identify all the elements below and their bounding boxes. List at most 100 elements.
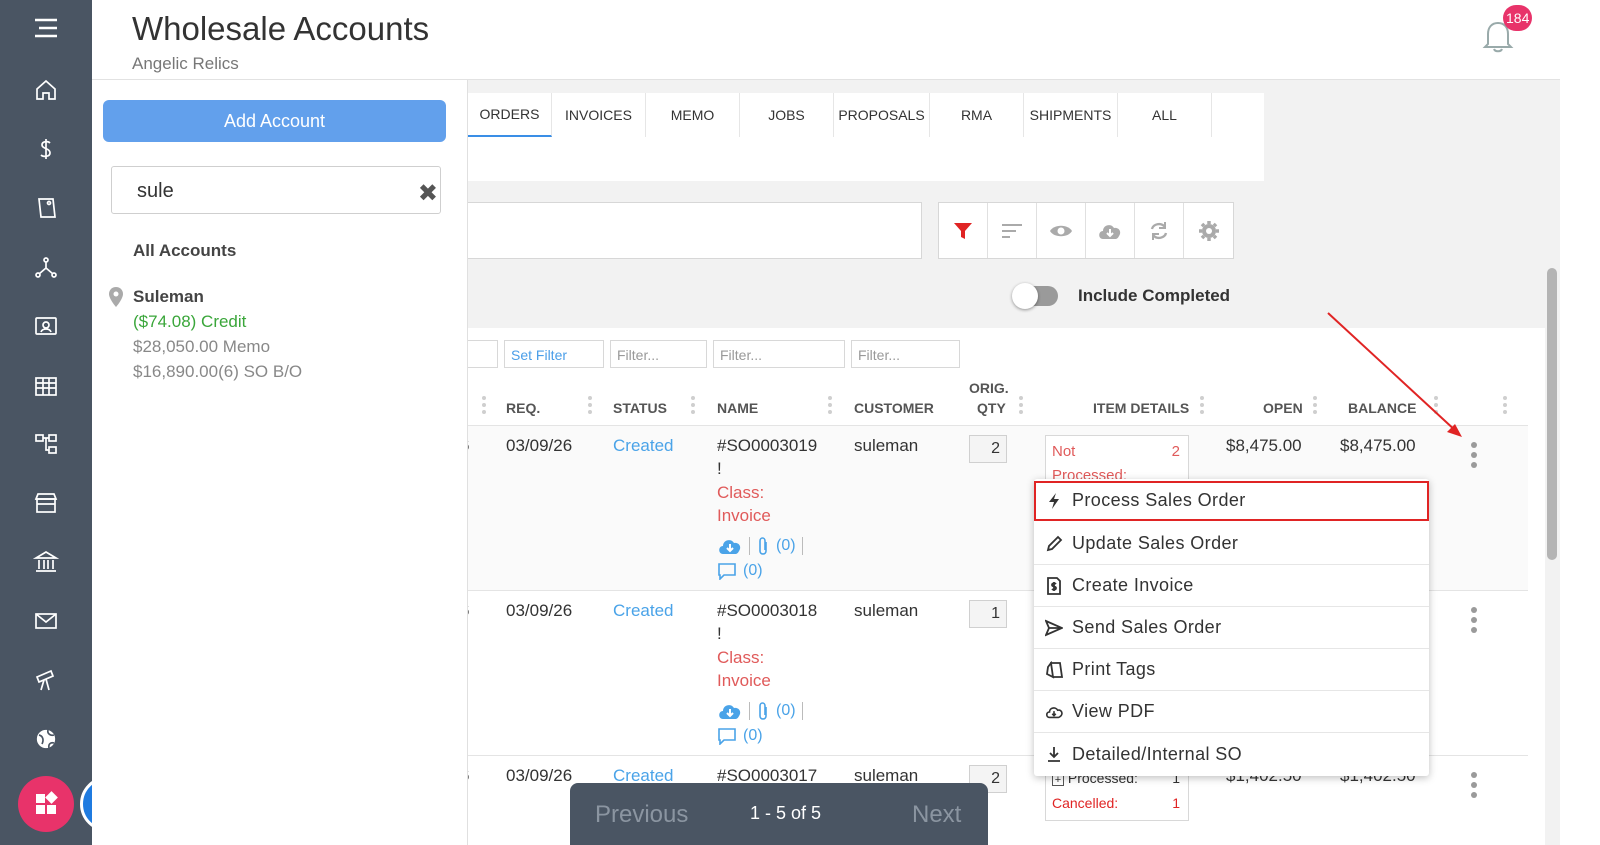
clear-search-icon[interactable]: ✖ (418, 179, 438, 208)
cloud-download-icon[interactable] (1086, 203, 1135, 258)
menu-item-create-invoice[interactable]: Create Invoice (1034, 565, 1429, 607)
col-orig-qty[interactable]: QTY (977, 400, 1006, 416)
previous-button[interactable]: Previous (595, 801, 688, 829)
tag-icon[interactable] (30, 192, 62, 224)
order-number[interactable]: #SO0003018 (717, 601, 817, 621)
paperclip-icon[interactable] (756, 701, 770, 721)
home-icon[interactable] (30, 74, 62, 106)
sort-icon[interactable] (988, 203, 1037, 258)
account-name[interactable]: Suleman (133, 287, 204, 307)
tab-rma[interactable]: RMA (930, 93, 1024, 137)
item-status: Not (1052, 443, 1076, 460)
next-button[interactable]: Next (912, 801, 961, 829)
apps-grid-icon (36, 791, 58, 814)
comment-count[interactable]: (0) (743, 562, 763, 580)
order-number[interactable]: #SO0003019 (717, 436, 817, 456)
mail-icon[interactable] (30, 605, 62, 637)
col-menu-icon[interactable] (1503, 396, 1507, 416)
col-balance[interactable]: BALANCE (1348, 400, 1416, 416)
filter-status[interactable]: Filter... (610, 340, 707, 368)
qty-cell: 1 (969, 600, 1007, 628)
tab-jobs[interactable]: JOBS (740, 93, 834, 137)
comment-count[interactable]: (0) (743, 727, 763, 745)
filter-name[interactable]: Filter... (713, 340, 845, 368)
date-cell: 6 (468, 436, 469, 456)
class-value: Invoice (717, 506, 771, 525)
qty-cell: 2 (969, 435, 1007, 463)
col-menu-icon[interactable] (1019, 396, 1023, 416)
col-menu-icon[interactable] (1434, 396, 1438, 416)
bank-icon[interactable] (30, 546, 62, 578)
col-menu-icon[interactable] (588, 396, 592, 416)
set-filter-cell[interactable]: Set Filter (504, 340, 604, 368)
col-customer[interactable]: CUSTOMER (854, 400, 934, 416)
hierarchy-icon[interactable] (30, 428, 62, 460)
tab-shipments[interactable]: SHIPMENTS (1024, 93, 1118, 137)
menu-item-process-sales-order[interactable]: Process Sales Order (1034, 481, 1429, 521)
account-search-input[interactable]: sule ✖ (111, 166, 441, 214)
order-search-input[interactable] (468, 202, 922, 259)
eye-icon[interactable] (1037, 203, 1086, 258)
globe-icon[interactable] (30, 723, 62, 755)
filter-icon[interactable] (939, 203, 988, 258)
menu-item-print-tags[interactable]: Print Tags (1034, 649, 1429, 691)
download-icon (1036, 745, 1072, 763)
col-menu-icon[interactable] (482, 396, 486, 416)
cloud-download-icon[interactable] (717, 701, 743, 721)
status-cell[interactable]: Created (613, 601, 673, 621)
send-icon (1036, 619, 1072, 637)
apps-button[interactable] (18, 776, 74, 832)
col-menu-icon[interactable] (1313, 396, 1317, 416)
col-req[interactable]: REQ. (506, 400, 540, 416)
page-header: Wholesale Accounts Angelic Relics 184 (92, 0, 1600, 80)
col-menu-icon[interactable] (691, 396, 695, 416)
col-menu-icon[interactable] (1200, 396, 1204, 416)
store-icon[interactable] (30, 487, 62, 519)
dollar-icon[interactable] (30, 133, 62, 165)
col-status[interactable]: STATUS (613, 400, 667, 416)
refresh-icon[interactable] (1135, 203, 1184, 258)
account-memo: $28,050.00 Memo (133, 337, 271, 356)
filter-customer[interactable]: Filter... (851, 340, 960, 368)
col-open[interactable]: OPEN (1263, 400, 1303, 416)
location-pin-icon (108, 286, 124, 313)
telescope-icon[interactable] (30, 664, 62, 696)
all-accounts-label[interactable]: All Accounts (133, 241, 236, 261)
comment-icon[interactable] (717, 562, 737, 580)
tab-memo[interactable]: MEMO (646, 93, 740, 137)
menu-item-update-sales-order[interactable]: Update Sales Order (1034, 523, 1429, 565)
add-account-button[interactable]: Add Account (103, 100, 446, 142)
contact-card-icon[interactable] (30, 310, 62, 342)
building-icon[interactable] (30, 369, 62, 401)
include-completed-toggle[interactable] (1012, 283, 1058, 309)
tab-orders[interactable]: ORDERS (468, 93, 552, 137)
status-cell[interactable]: Created (613, 436, 673, 456)
open-amount: $8,475.00 (1226, 436, 1302, 455)
tab-proposals[interactable]: PROPOSALS (834, 93, 930, 137)
row-kebab-icon[interactable] (1471, 442, 1477, 472)
tab-all[interactable]: ALL (1118, 93, 1212, 137)
cloud-download-icon[interactable] (717, 536, 743, 556)
row-kebab-icon[interactable] (1471, 772, 1477, 802)
attachment-count[interactable]: (0) (776, 537, 796, 555)
network-icon[interactable] (30, 251, 62, 283)
menu-icon[interactable] (30, 12, 62, 44)
item-details-box[interactable]: Not 2 Processed: (1045, 435, 1189, 485)
attachment-count[interactable]: (0) (776, 702, 796, 720)
menu-item-detailed-internal-so[interactable]: Detailed/Internal SO (1034, 733, 1429, 775)
col-menu-icon[interactable] (828, 396, 832, 416)
col-name[interactable]: NAME (717, 400, 758, 416)
menu-item-view-pdf[interactable]: View PDF (1034, 691, 1429, 733)
menu-label: Update Sales Order (1072, 533, 1239, 553)
comment-icon[interactable] (717, 727, 737, 745)
tab-invoices[interactable]: INVOICES (552, 93, 646, 137)
filter-cell[interactable] (468, 340, 498, 368)
col-item-details[interactable]: ITEM DETAILS (1093, 400, 1189, 416)
customer-cell: suleman (854, 436, 919, 455)
scrollbar-thumb[interactable] (1547, 268, 1557, 560)
row-kebab-icon[interactable] (1471, 607, 1477, 637)
menu-item-send-sales-order[interactable]: Send Sales Order (1034, 607, 1429, 649)
paperclip-icon[interactable] (756, 536, 770, 556)
col-orig-qty-top[interactable]: ORIG. (969, 380, 1009, 396)
settings-gear-icon[interactable] (1184, 203, 1233, 258)
